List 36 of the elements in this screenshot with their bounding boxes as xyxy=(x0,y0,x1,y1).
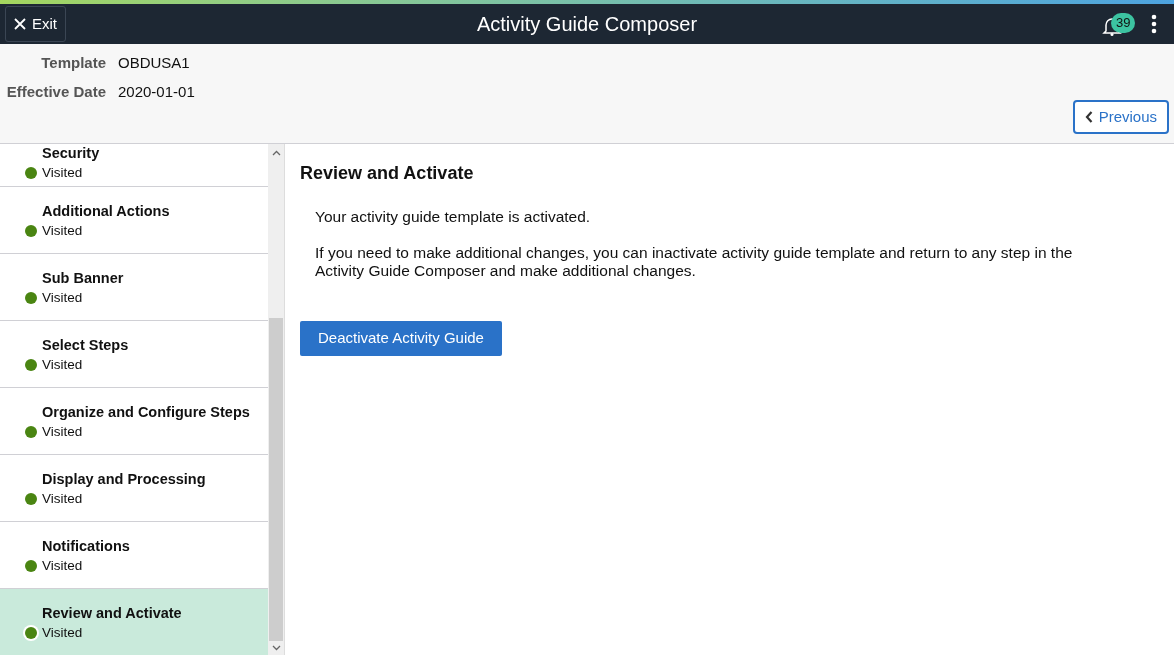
exit-button[interactable]: Exit xyxy=(5,6,66,42)
step-status: Visited xyxy=(42,423,83,441)
notification-badge: 39 xyxy=(1111,13,1136,33)
field-label: Template xyxy=(40,53,106,73)
step-status: Visited xyxy=(42,624,83,642)
step-status: Visited xyxy=(42,164,83,182)
field-value: 2020-01-01 xyxy=(118,81,195,102)
step-title: Display and Processing xyxy=(42,470,206,488)
step-title: Review and Activate xyxy=(42,604,182,622)
paragraph: Your activity guide template is activated. xyxy=(315,208,592,226)
close-icon xyxy=(14,18,26,30)
more-icon[interactable] xyxy=(1151,14,1157,34)
scrollbar[interactable] xyxy=(268,144,285,655)
step-title: Sub Banner xyxy=(42,269,124,287)
step-title: Select Steps xyxy=(42,336,129,354)
step-status: Visited xyxy=(42,289,83,307)
field-label: Effective Date xyxy=(5,81,106,102)
step-status: Visited xyxy=(42,222,83,240)
scroll-down-icon[interactable] xyxy=(272,645,281,651)
step-title: Additional Actions xyxy=(42,202,170,220)
paragraph: If you need to make additional changes, you can inactivate activity guide template and return to any step in the Activity Guide Composer and make additional changes. xyxy=(315,244,1074,280)
step-status: Visited xyxy=(42,356,83,374)
step-item[interactable]: Review and Activate Visited xyxy=(0,589,268,655)
step-item[interactable]: Security Visited xyxy=(0,144,268,187)
deactivate-button[interactable]: Deactivate Activity Guide xyxy=(300,321,502,356)
scroll-up-icon[interactable] xyxy=(272,150,281,156)
step-title: Notifications xyxy=(42,537,130,555)
step-status: Visited xyxy=(42,557,83,575)
step-title: Security xyxy=(42,144,100,162)
field-value: OBDUSA1 xyxy=(118,53,191,73)
step-title: Organize and Configure Steps xyxy=(42,403,250,421)
chevron-left-icon xyxy=(1084,111,1093,123)
previous-button[interactable]: Previous xyxy=(1072,100,1169,134)
step-status: Visited xyxy=(42,490,83,508)
page-title: Activity Guide Composer xyxy=(476,12,698,37)
section-heading: Review and Activate xyxy=(300,162,474,185)
